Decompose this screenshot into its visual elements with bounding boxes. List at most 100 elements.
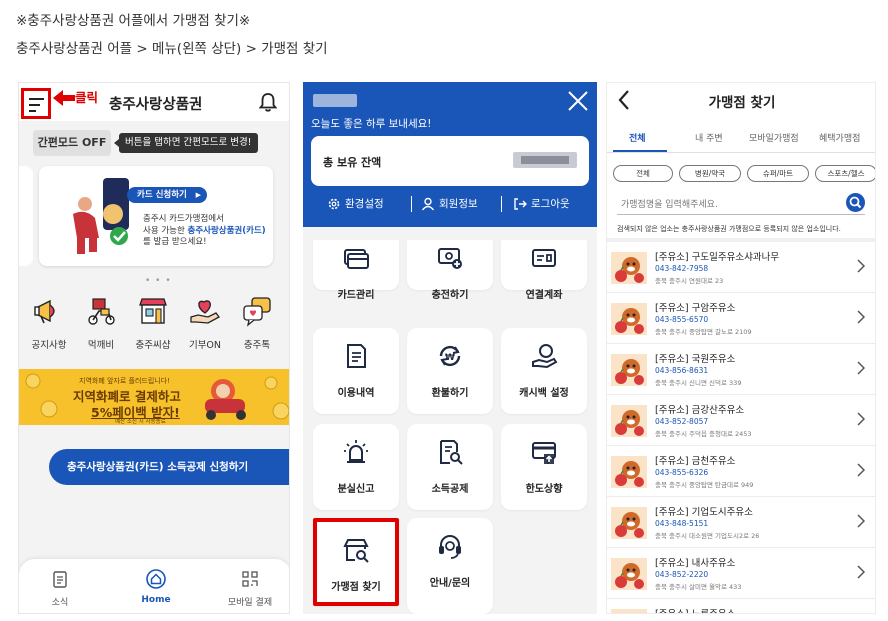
user-name-blurred xyxy=(313,94,357,107)
tile-history[interactable]: 이용내역 xyxy=(313,328,399,414)
store-thumbnail-icon xyxy=(611,456,647,488)
app-header: 클릭 충주사랑상품권 xyxy=(19,83,289,121)
bottom-nav: 소식 Home 모바일 결제 xyxy=(19,559,289,613)
qr-icon xyxy=(242,571,258,587)
side-menu-screen: 오늘도 좋은 하루 보내세요! 총 보유 잔액 환경설정 회원정보 로그아웃 카… xyxy=(303,82,597,614)
tile-linked-account[interactable]: 연결계좌 xyxy=(501,240,587,301)
balance-amount-blurred xyxy=(513,152,577,168)
card-apply-pill[interactable]: 카드 신청하기 xyxy=(127,187,207,203)
store-phone: 043-852-2220 xyxy=(655,570,709,579)
banner-text: 충주시 카드가맹점에서 사용 가능한 충주사랑상품권(카드) 를 발급 받으세요… xyxy=(143,214,266,247)
store-thumbnail-icon xyxy=(611,405,647,437)
refund-icon: ₩ xyxy=(439,345,461,367)
simple-mode-button[interactable]: 간편모드 OFF xyxy=(33,130,111,156)
chevron-right-icon[interactable] xyxy=(856,565,865,579)
store-name: [주유소] 기업도시주유소 xyxy=(655,507,753,518)
chevron-right-icon[interactable] xyxy=(856,463,865,477)
tile-cashback[interactable]: 캐시백 설정 xyxy=(501,328,587,414)
logout-button[interactable]: 로그아웃 xyxy=(513,196,570,211)
chip-mart[interactable]: 슈퍼/마트 xyxy=(747,165,809,182)
card-icon xyxy=(344,249,369,269)
search-button[interactable] xyxy=(846,193,865,212)
news-icon xyxy=(53,571,67,588)
chip-all[interactable]: 전체 xyxy=(613,165,673,182)
nav-mobile-pay[interactable]: 모바일 결제 xyxy=(215,569,285,608)
store-phone: 043-842-7958 xyxy=(655,264,709,273)
home-icon xyxy=(146,569,166,589)
tile-charge[interactable]: 충전하기 xyxy=(407,240,493,301)
store-phone: 043-855-6326 xyxy=(655,468,709,477)
click-annotation: 클릭 xyxy=(75,90,99,105)
caption-path: 충주사랑상품권 어플 > 메뉴(왼쪽 상단) > 가맹점 찾기 xyxy=(16,41,328,57)
account-bar: 환경설정 회원정보 로그아웃 xyxy=(303,192,597,218)
chip-sports[interactable]: 스포츠/헬스 xyxy=(815,165,875,182)
chevron-right-icon[interactable] xyxy=(856,310,865,324)
tab-nearby[interactable]: 내 주변 xyxy=(695,131,723,144)
megaphone-icon xyxy=(34,299,55,324)
delivery-icon xyxy=(88,298,115,325)
tile-card-manage[interactable]: 카드관리 xyxy=(313,240,399,301)
tab-all[interactable]: 전체 xyxy=(629,131,646,144)
store-name: [주유소] 구암주유소 xyxy=(655,303,736,314)
store-list-item[interactable]: [주유소] 국원주유소 043-856-8631 충북 충주시 신니면 신덕로 33… xyxy=(607,345,875,395)
member-info-button[interactable]: 회원정보 xyxy=(421,196,478,211)
nav-news[interactable]: 소식 xyxy=(25,569,95,608)
nav-home[interactable]: Home xyxy=(121,569,191,605)
store-phone: 043-848-5151 xyxy=(655,519,709,528)
chip-hospital[interactable]: 병원/약국 xyxy=(679,165,741,182)
chevron-right-icon[interactable] xyxy=(856,514,865,528)
history-icon xyxy=(347,344,366,368)
tax-deduction-cta-button[interactable]: 충주사랑상품권(카드) 소득공제 신청하기 xyxy=(49,449,289,485)
quick-item-delivery[interactable]: 먹깨비 xyxy=(75,295,127,351)
store-list-item[interactable]: [주유소] 내사주유소 043-852-2220 충북 충주시 살미면 월악로 43… xyxy=(607,549,875,599)
tab-benefit[interactable]: 혜택가맹점 xyxy=(819,131,860,144)
balance-card[interactable]: 총 보유 잔액 xyxy=(311,136,589,186)
arrow-left-icon xyxy=(53,90,75,106)
store-list-item[interactable]: [주유소] 노루주유소 xyxy=(607,600,875,613)
tile-help[interactable]: 안내/문의 xyxy=(407,518,493,614)
store-search-field[interactable]: 가맹점명을 입력해주세요. xyxy=(617,193,865,215)
store-thumbnail-icon xyxy=(611,354,647,386)
svg-text:₩: ₩ xyxy=(445,353,455,363)
tab-mobile[interactable]: 모바일가맹점 xyxy=(749,131,799,144)
chevron-right-icon[interactable] xyxy=(856,259,865,273)
tile-refund[interactable]: ₩ 환불하기 xyxy=(407,328,493,414)
page-title: 가맹점 찾기 xyxy=(708,95,776,111)
settings-button[interactable]: 환경설정 xyxy=(327,196,384,211)
tab-indicator xyxy=(613,150,667,152)
menu-button[interactable] xyxy=(21,88,51,119)
store-list-item[interactable]: [주유소] 구도일주유소샤과나무 043-842-7958 충북 충주시 연원대로 … xyxy=(607,243,875,293)
bell-icon[interactable] xyxy=(259,92,277,112)
caption-title: ※충주사랑상품권 어플에서 가맹점 찾기※ xyxy=(16,13,251,29)
tile-tax-deduction[interactable]: 소득공제 xyxy=(407,424,493,510)
quick-item-donate[interactable]: 기부ON xyxy=(179,295,231,351)
store-name: [주유소] 구도일주유소샤과나무 xyxy=(655,252,780,263)
menu-header: 오늘도 좋은 하루 보내세요! 총 보유 잔액 환경설정 회원정보 로그아웃 xyxy=(303,82,597,227)
store-list-item[interactable]: [주유소] 금강산주유소 043-852-8057 충북 충주시 주덕읍 충청대로 … xyxy=(607,396,875,446)
quick-item-shop[interactable]: 충주씨샵 xyxy=(127,295,179,351)
store-address: 충북 충주시 대소원면 기업도시2로 26 xyxy=(655,532,760,540)
quick-item-notice[interactable]: 공지사항 xyxy=(23,295,75,351)
tile-lost-report[interactable]: 분실신고 xyxy=(313,424,399,510)
store-address: 충북 충주시 신니면 신덕로 339 xyxy=(655,379,742,387)
store-list-item[interactable]: [주유소] 금천주유소 043-855-6326 충북 충주시 중앙탑면 탄금대로 … xyxy=(607,447,875,497)
payback-promo-banner[interactable]: 지역화폐 앞자로 플러드립니다! 지역화폐로 결제하고 5%페이백 받자! 예산… xyxy=(19,369,289,425)
store-list-item[interactable]: [주유소] 기업도시주유소 043-848-5151 충북 충주시 대소원면 기업도… xyxy=(607,498,875,548)
chevron-right-icon[interactable] xyxy=(856,412,865,426)
chevron-right-icon[interactable] xyxy=(856,361,865,375)
store-search-icon xyxy=(343,539,369,563)
category-chips: 전체 병원/약국 슈퍼/마트 스포츠/헬스 xyxy=(613,165,875,183)
charge-icon xyxy=(438,248,462,269)
limit-up-icon xyxy=(532,442,556,464)
card-illustration-icon xyxy=(73,178,129,254)
carousel-dots[interactable]: • • • xyxy=(145,276,172,286)
tile-store-search[interactable]: 가맹점 찾기 xyxy=(313,518,399,606)
greeting-text: 오늘도 좋은 하루 보내세요! xyxy=(311,118,432,130)
user-icon xyxy=(421,197,435,211)
store-name: [주유소] 금천주유소 xyxy=(655,456,736,467)
close-icon[interactable] xyxy=(567,90,589,112)
quick-item-talk[interactable]: 충주톡 xyxy=(231,295,283,351)
tile-limit-up[interactable]: 한도상향 xyxy=(501,424,587,510)
store-list-item[interactable]: [주유소] 구암주유소 043-855-6570 충북 충주시 중앙탑면 갈노로 2… xyxy=(607,294,875,344)
quick-menu-row: 공지사항 먹깨비 충주씨샵 기부ON 충주톡 xyxy=(23,295,287,355)
